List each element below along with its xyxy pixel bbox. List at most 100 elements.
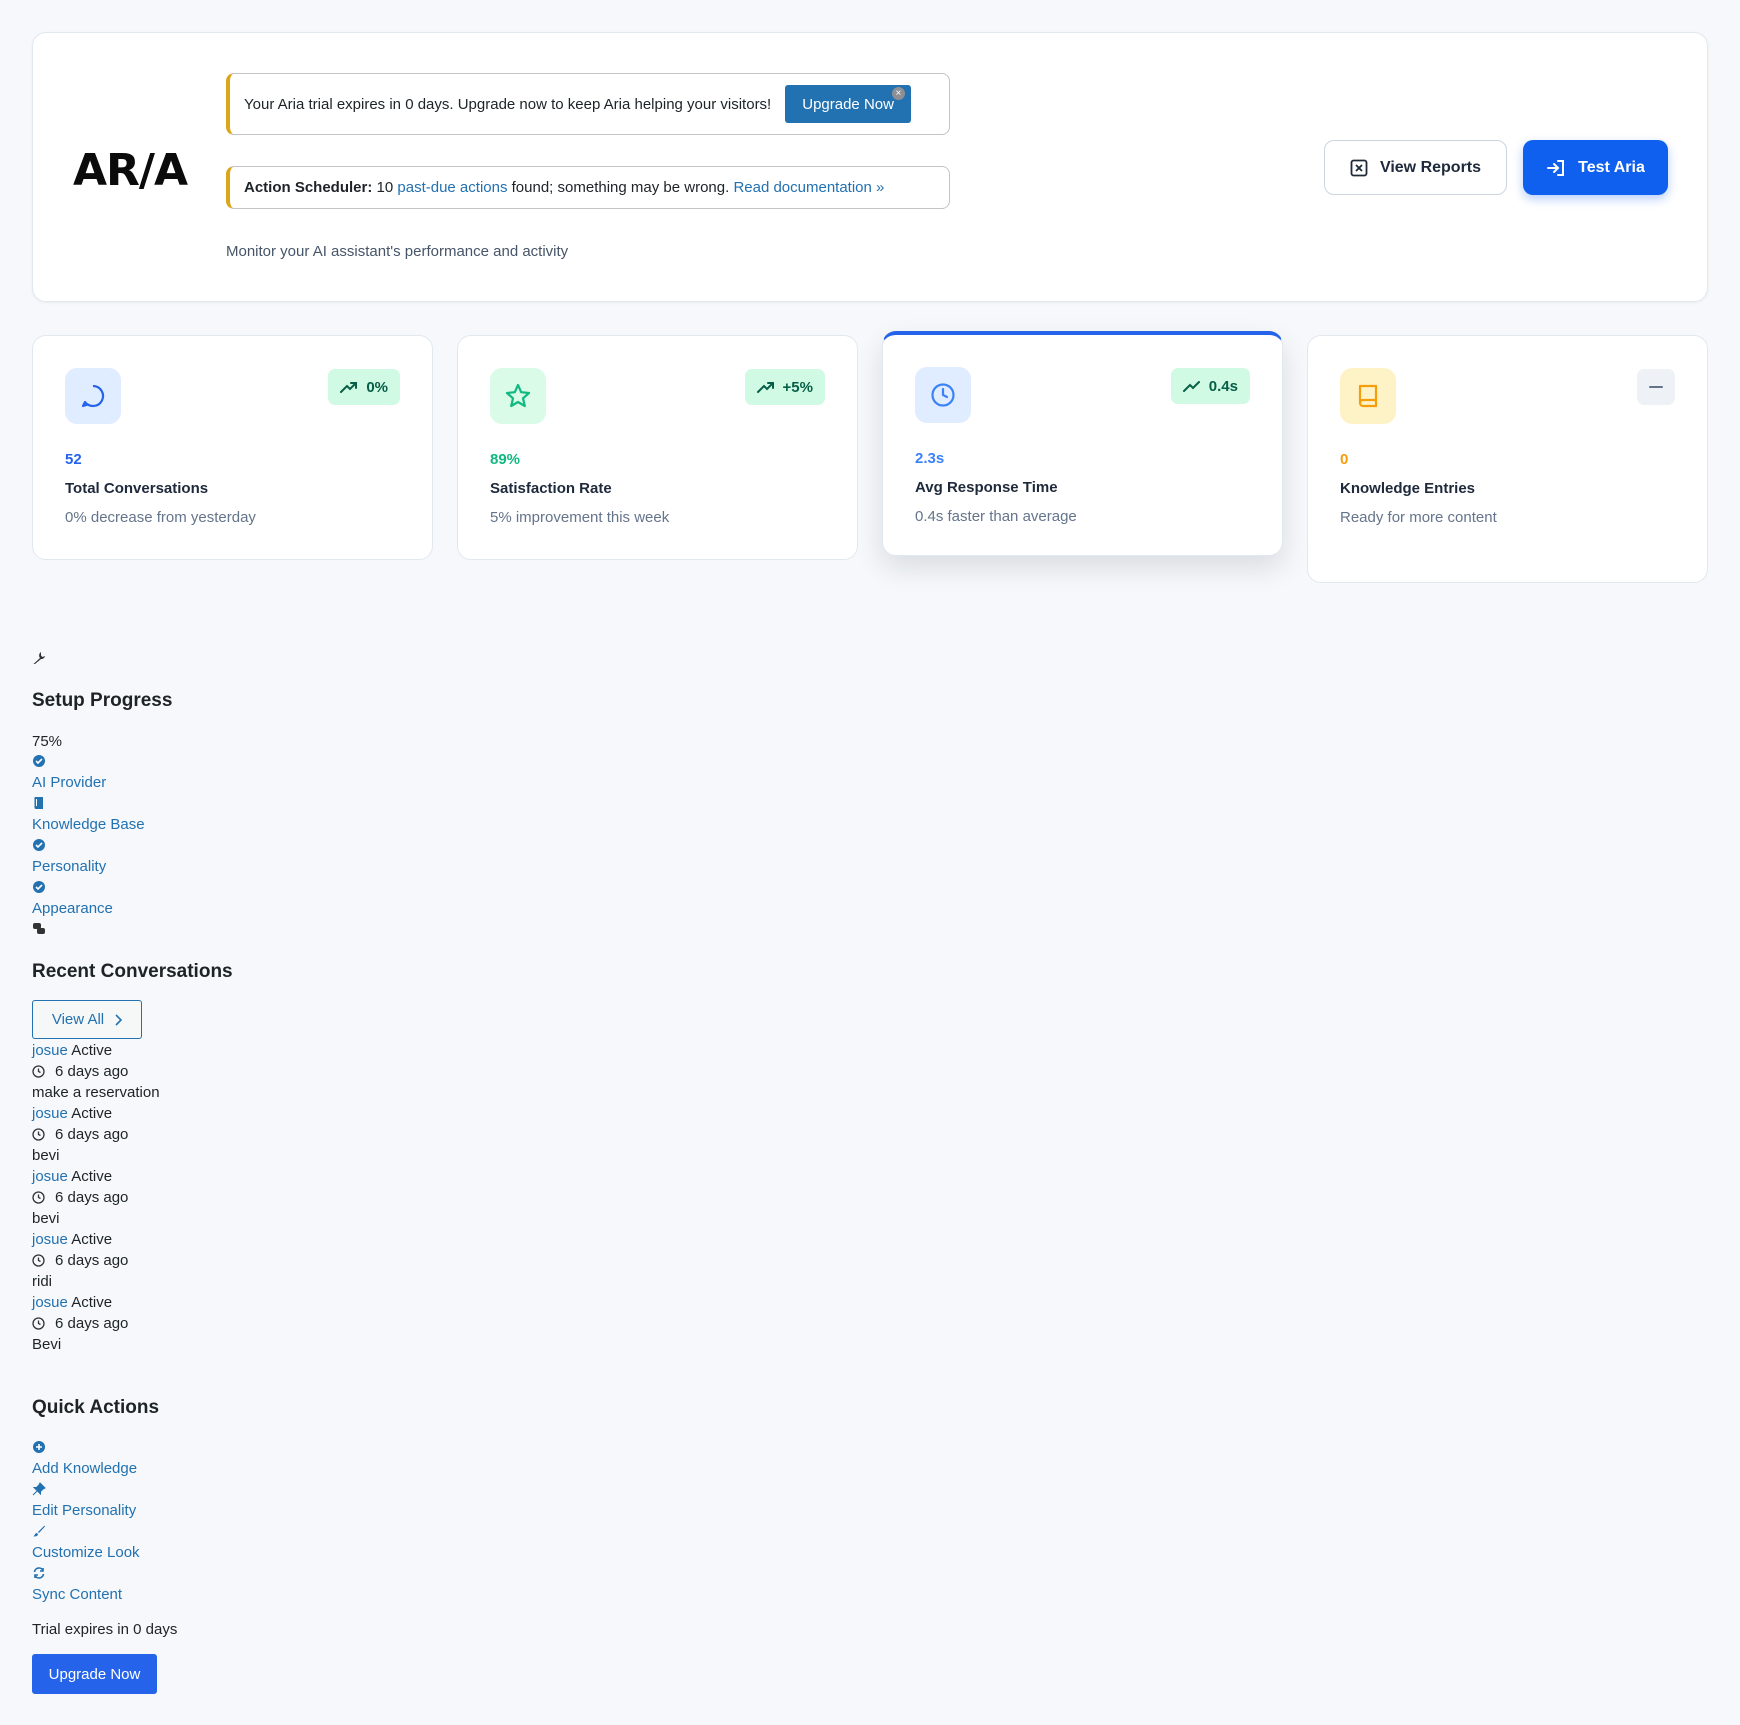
stat-card-response-time: 0.4s 2.3s Avg Response Time 0.4s faster …: [882, 331, 1283, 556]
conversation-user[interactable]: josue: [32, 1042, 68, 1059]
sync-icon: [33, 1567, 45, 1579]
brush-icon: [33, 1525, 45, 1537]
conversation-time: 6 days ago: [55, 1252, 129, 1269]
conversation-message: ridi: [32, 1273, 53, 1290]
check-circle-icon: [33, 881, 45, 893]
conversation-status: Active: [71, 1294, 113, 1311]
trend-value: 0.4s: [1208, 377, 1238, 395]
quick-actions-title: Quick Actions: [32, 1397, 160, 1418]
check-circle-icon: [33, 839, 45, 851]
comments-icon: [33, 923, 45, 934]
conversation-message: bevi: [32, 1147, 60, 1164]
reports-icon: [1350, 159, 1368, 176]
check-circle-icon: [33, 755, 45, 767]
conversation-status: Active: [71, 1105, 113, 1122]
stat-value: 0: [1340, 451, 1349, 468]
trending-up-icon: [340, 382, 358, 393]
test-aria-button[interactable]: Test Aria: [1523, 140, 1668, 195]
conversation-status: Active: [71, 1168, 113, 1185]
login-icon: [1547, 159, 1565, 176]
conversation-message: Bevi: [32, 1336, 62, 1353]
trend-value: 0%: [366, 378, 388, 396]
setup-step-personality[interactable]: Personality: [32, 858, 106, 875]
trial-notice-text: Your Aria trial expires in 0 days. Upgra…: [244, 95, 772, 113]
scheduler-label: Action Scheduler:: [244, 179, 373, 196]
quick-action-sync-content[interactable]: Sync Content: [32, 1586, 122, 1603]
conversation-user[interactable]: josue: [32, 1168, 68, 1185]
stat-description: Ready for more content: [1340, 509, 1497, 526]
stat-description: 0.4s faster than average: [915, 508, 1077, 525]
conversation-item[interactable]: josue Active: [32, 1105, 112, 1122]
scheduler-text: found; something may be wrong.: [511, 179, 730, 196]
view-reports-button[interactable]: View Reports: [1324, 140, 1507, 195]
clock-icon: [32, 1191, 45, 1204]
conversation-time-row: 6 days ago: [32, 1315, 128, 1332]
stat-label: Total Conversations: [65, 480, 209, 497]
conversation-message: bevi: [32, 1210, 60, 1227]
quick-action-edit-personality[interactable]: Edit Personality: [32, 1502, 136, 1519]
conversation-time: 6 days ago: [55, 1315, 129, 1332]
stat-value: 89%: [490, 451, 521, 468]
trial-expires-text: Trial expires in 0 days: [32, 1621, 178, 1638]
clock-icon: [915, 367, 971, 423]
page-subtitle: Monitor your AI assistant's performance …: [226, 243, 569, 260]
conversation-status: Active: [71, 1042, 113, 1059]
wrench-icon: [33, 652, 45, 664]
star-icon: [490, 368, 546, 424]
setup-step-ai-provider[interactable]: AI Provider: [32, 774, 106, 791]
trending-up-icon: [756, 382, 774, 393]
trend-badge: 0%: [328, 369, 400, 405]
conversation-user[interactable]: josue: [32, 1105, 68, 1122]
stat-value: 2.3s: [915, 450, 945, 467]
conversation-item[interactable]: josue Active: [32, 1231, 112, 1248]
quick-action-add-knowledge[interactable]: Add Knowledge: [32, 1460, 137, 1477]
trend-value: +5%: [782, 378, 813, 396]
stat-value: 52: [65, 451, 82, 468]
conversation-user[interactable]: josue: [32, 1231, 68, 1248]
conversation-user[interactable]: josue: [32, 1294, 68, 1311]
dashboard-header: AR/A Your Aria trial expires in 0 days. …: [32, 32, 1708, 302]
stat-label: Knowledge Entries: [1340, 480, 1476, 497]
upgrade-now-button[interactable]: Upgrade Now ×: [785, 85, 911, 123]
trial-notice: Your Aria trial expires in 0 days. Upgra…: [226, 73, 950, 135]
pin-icon: [32, 1482, 46, 1496]
chat-icon: [65, 368, 121, 424]
clock-icon: [32, 1317, 45, 1330]
view-all-button[interactable]: View All: [32, 1000, 142, 1039]
setup-progress-title: Setup Progress: [32, 690, 173, 711]
trending-up-icon: [1182, 381, 1200, 392]
recent-conversations-title: Recent Conversations: [32, 961, 233, 982]
stat-card-satisfaction: +5% 89% Satisfaction Rate 5% improvement…: [457, 335, 858, 560]
scheduler-notice: Action Scheduler: 10 past-due actions fo…: [226, 166, 950, 209]
upgrade-now-button-footer[interactable]: Upgrade Now: [32, 1654, 157, 1694]
chevron-right-icon: [115, 1013, 123, 1026]
aria-logo: AR/A: [73, 145, 188, 196]
conversation-item[interactable]: josue Active: [32, 1168, 112, 1185]
stat-label: Satisfaction Rate: [490, 480, 612, 497]
past-due-actions-link[interactable]: past-due actions: [397, 179, 507, 196]
setup-progress-percent: 75%: [32, 733, 63, 750]
conversation-item[interactable]: josue Active: [32, 1042, 112, 1059]
conversation-time: 6 days ago: [55, 1126, 129, 1143]
trend-badge: +5%: [744, 369, 825, 405]
conversation-time-row: 6 days ago: [32, 1126, 128, 1143]
read-documentation-link[interactable]: Read documentation »: [733, 179, 884, 196]
view-all-label: View All: [51, 1011, 105, 1028]
dismiss-icon[interactable]: ×: [891, 87, 905, 100]
conversation-item[interactable]: josue Active: [32, 1294, 112, 1311]
book-icon: [1340, 368, 1396, 424]
setup-step-appearance[interactable]: Appearance: [32, 900, 113, 917]
trend-badge: 0.4s: [1170, 368, 1250, 404]
clock-icon: [32, 1128, 45, 1141]
stat-card-knowledge: 0 Knowledge Entries Ready for more conte…: [1307, 335, 1708, 583]
setup-step-knowledge-base[interactable]: Knowledge Base: [32, 816, 145, 833]
quick-action-customize-look[interactable]: Customize Look: [32, 1544, 140, 1561]
conversation-time: 6 days ago: [55, 1189, 129, 1206]
book-icon: [34, 797, 43, 809]
conversation-time-row: 6 days ago: [32, 1189, 128, 1206]
clock-icon: [32, 1254, 45, 1267]
stat-card-conversations: 0% 52 Total Conversations 0% decrease fr…: [32, 335, 433, 560]
conversation-time-row: 6 days ago: [32, 1252, 128, 1269]
test-aria-label: Test Aria: [1578, 158, 1645, 176]
minus-icon: [1649, 386, 1663, 388]
